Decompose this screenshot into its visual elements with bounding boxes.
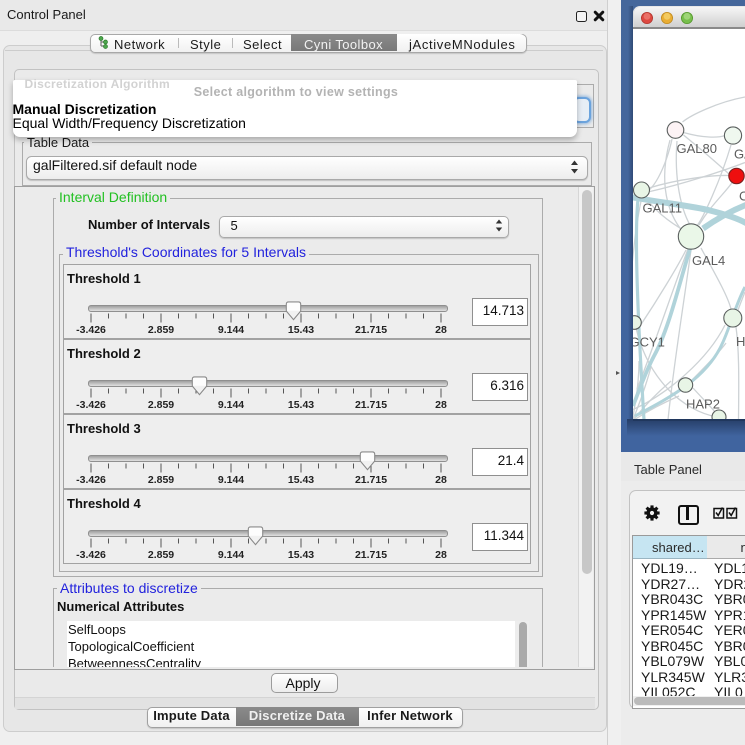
svg-text:GAL4: GAL4 [692,253,725,268]
svg-text:GAL80: GAL80 [677,141,717,156]
svg-text:GAL11: GAL11 [643,200,683,215]
svg-text:H: H [736,334,745,349]
svg-text:C: C [739,188,745,203]
svg-text:GCY1: GCY1 [633,334,665,349]
svg-text:HAP2: HAP2 [686,396,720,411]
svg-text:GA: GA [734,146,745,161]
